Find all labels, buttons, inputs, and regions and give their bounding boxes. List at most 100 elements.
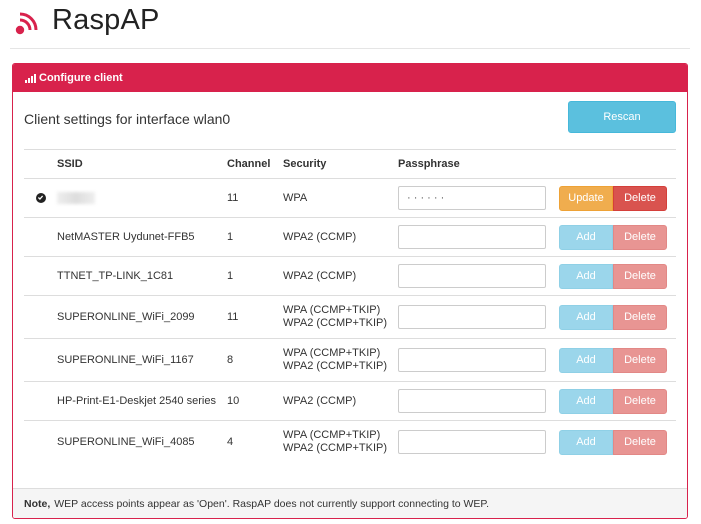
passphrase-input[interactable] <box>398 348 546 372</box>
actions-cell: Add Delete <box>559 338 676 382</box>
page-header: RaspAP <box>10 0 690 49</box>
passphrase-input[interactable] <box>398 389 546 413</box>
passphrase-cell <box>398 381 559 421</box>
passphrase-input[interactable] <box>398 186 546 210</box>
security-text: WPA2 (CCMP) <box>283 230 357 243</box>
ssid-cell: SUPERONLINE_WiFi_4085 <box>57 420 227 464</box>
action-buttons: Add Delete <box>559 263 676 289</box>
ssid-text: SUPERONLINE_WiFi_4085 <box>57 436 195 449</box>
add-button[interactable]: Add <box>559 347 613 373</box>
note-text: WEP access points appear as 'Open'. Rasp… <box>54 497 490 510</box>
security-text: WPA2 (CCMP+TKIP) <box>283 317 388 329</box>
app-title: RaspAP <box>52 4 160 36</box>
security-cell: WPA (CCMP+TKIP) WPA2 (CCMP+TKIP) <box>283 420 398 464</box>
status-cell <box>24 381 57 421</box>
ssid-cell: TTNET_TP-LINK_1C81 <box>57 256 227 296</box>
security-text: WPA <box>283 191 308 204</box>
actions-cell: Add Delete <box>559 420 676 464</box>
delete-button[interactable]: Delete <box>613 304 667 330</box>
interface-subtitle: Client settings for interface wlan0 <box>24 111 231 127</box>
passphrase-cell <box>398 420 559 464</box>
add-button[interactable]: Add <box>559 224 613 250</box>
ssid-text: TTNET_TP-LINK_1C81 <box>57 270 174 282</box>
actions-cell: Add Delete <box>559 217 676 257</box>
add-button[interactable]: Add <box>559 263 613 289</box>
security-text: WPA2 (CCMP) <box>283 269 357 282</box>
add-button[interactable]: Add <box>559 429 613 455</box>
passphrase-cell <box>398 217 559 257</box>
update-button[interactable]: Update <box>559 185 613 211</box>
channel-cell: 11 <box>227 178 283 218</box>
add-button[interactable]: Add <box>559 388 613 414</box>
header-ssid: SSID <box>57 149 227 179</box>
passphrase-input[interactable] <box>398 225 546 249</box>
delete-button[interactable]: Delete <box>613 185 667 211</box>
signal-icon <box>25 73 36 83</box>
status-cell <box>24 217 57 257</box>
delete-button[interactable]: Delete <box>613 224 667 250</box>
channel-cell: 1 <box>227 217 283 257</box>
security-text: WPA (CCMP+TKIP) <box>283 304 381 316</box>
ssid-cell: SUPERONLINE_WiFi_1167 <box>57 338 227 382</box>
network-row: TTNET_TP-LINK_1C81 1 WPA2 (CCMP) Add Del… <box>24 256 676 296</box>
security-text: WPA2 (CCMP) <box>283 394 357 407</box>
actions-cell: Add Delete <box>559 295 676 339</box>
header-channel: Channel <box>227 149 283 179</box>
note-label: Note, <box>24 497 51 510</box>
network-row: SUPERONLINE_WiFi_1167 8 WPA (CCMP+TKIP) W… <box>24 338 676 382</box>
actions-cell: Add Delete <box>559 381 676 421</box>
channel-cell: 11 <box>227 295 283 339</box>
channel-cell: 8 <box>227 338 283 382</box>
configure-client-panel: Configure client Client settings for int… <box>12 63 688 519</box>
ssid-redacted <box>57 192 95 205</box>
ssid-text: HP-Print-E1-Deskjet 2540 series <box>57 395 216 407</box>
security-text: WPA2 (CCMP+TKIP) <box>283 442 388 455</box>
actions-cell: Update Delete <box>559 178 676 218</box>
connected-check-icon <box>35 192 46 203</box>
rescan-button[interactable]: Rescan <box>568 101 676 133</box>
channel-cell: 4 <box>227 420 283 464</box>
security-cell: WPA (CCMP+TKIP) WPA2 (CCMP+TKIP) <box>283 338 398 382</box>
panel-header: Configure client <box>13 64 687 92</box>
status-cell <box>24 420 57 464</box>
network-row: SUPERONLINE_WiFi_4085 4 WPA (CCMP+TKIP) W… <box>24 420 676 464</box>
channel-cell: 10 <box>227 381 283 421</box>
ssid-text: SUPERONLINE_WiFi_2099 <box>57 311 195 323</box>
ssid-text: SUPERONLINE_WiFi_1167 <box>57 354 194 366</box>
security-text: WPA (CCMP+TKIP) <box>283 347 381 359</box>
status-cell <box>24 295 57 339</box>
ssid-cell <box>57 178 227 218</box>
network-row: 11 WPA Update Delete <box>24 178 676 218</box>
delete-button[interactable]: Delete <box>613 429 667 455</box>
wep-note: Note, WEP access points appear as 'Open'… <box>13 488 687 518</box>
add-button[interactable]: Add <box>559 304 613 330</box>
delete-button[interactable]: Delete <box>613 388 667 414</box>
actions-cell: Add Delete <box>559 256 676 296</box>
ssid-cell: HP-Print-E1-Deskjet 2540 series <box>57 381 227 421</box>
ssid-cell: SUPERONLINE_WiFi_2099 <box>57 295 227 339</box>
networks-table: SSID Channel Security Passphrase 11 WPA … <box>24 149 676 464</box>
wifi-logo-icon <box>15 12 38 35</box>
action-buttons: Add Delete <box>559 304 676 330</box>
network-row: SUPERONLINE_WiFi_2099 11 WPA (CCMP+TKIP)… <box>24 295 676 339</box>
status-cell <box>24 256 57 296</box>
delete-button[interactable]: Delete <box>613 263 667 289</box>
status-cell <box>24 338 57 382</box>
action-buttons: Add Delete <box>559 224 676 250</box>
passphrase-input[interactable] <box>398 264 546 288</box>
passphrase-cell <box>398 256 559 296</box>
passphrase-cell <box>398 178 559 218</box>
header-actions <box>559 149 676 179</box>
security-cell: WPA (CCMP+TKIP) WPA2 (CCMP+TKIP) <box>283 295 398 339</box>
passphrase-input[interactable] <box>398 305 546 329</box>
action-buttons: Add Delete <box>559 388 676 414</box>
passphrase-input[interactable] <box>398 430 546 455</box>
ssid-text: NetMASTER Uydunet-FFB5 <box>57 231 195 243</box>
network-row: NetMASTER Uydunet-FFB5 1 WPA2 (CCMP) Add… <box>24 217 676 257</box>
network-row: HP-Print-E1-Deskjet 2540 series 10 WPA2 … <box>24 381 676 421</box>
header-check <box>24 149 57 179</box>
security-text: WPA (CCMP+TKIP) <box>283 429 381 442</box>
passphrase-cell <box>398 295 559 339</box>
security-cell: WPA2 (CCMP) <box>283 217 398 257</box>
delete-button[interactable]: Delete <box>613 347 667 373</box>
